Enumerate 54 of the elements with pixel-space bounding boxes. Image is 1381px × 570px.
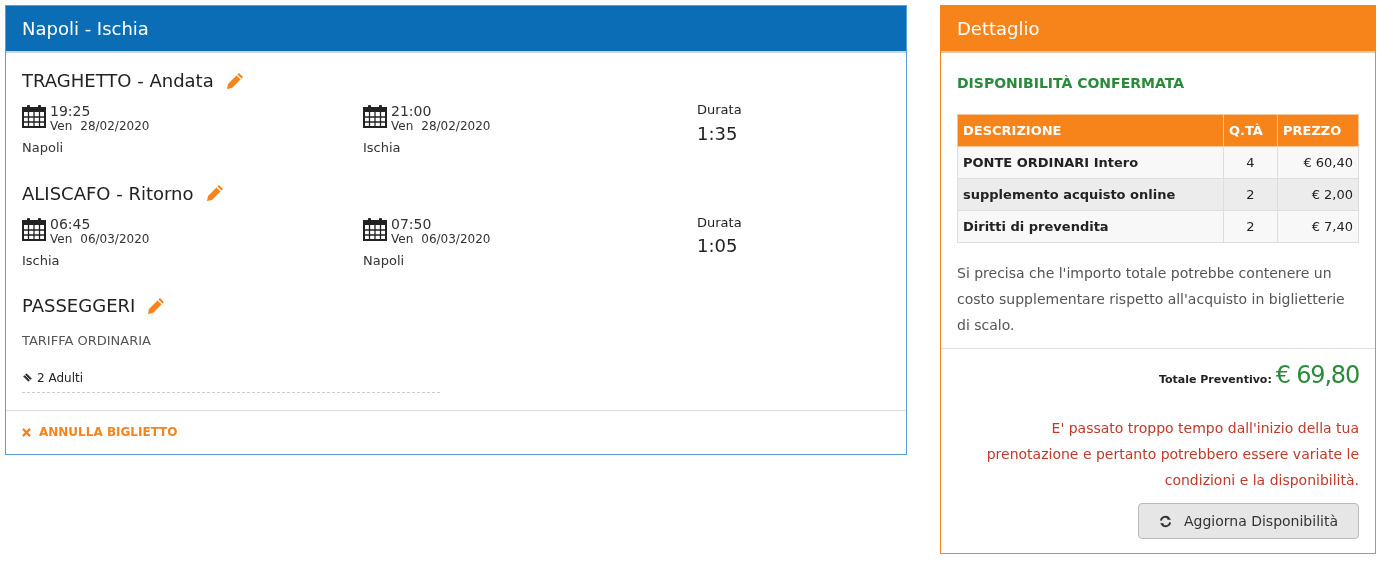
calendar-icon — [22, 104, 46, 128]
panel-title: Napoli - Ischia — [22, 17, 149, 41]
place: Ischia — [22, 251, 61, 270]
calendar-icon — [22, 216, 46, 241]
table-cell: supplemento acquisto online — [957, 178, 1224, 211]
refresh-button[interactable]: Aggiorna Disponibilità — [1137, 503, 1359, 539]
total-label: Totale Preventivo: — [1158, 372, 1272, 388]
date: 06/03/2020 — [80, 232, 150, 245]
table-cell: € 7,40 — [1277, 210, 1359, 243]
weekday: Ven — [391, 120, 414, 132]
duration: 1:35 — [697, 121, 739, 146]
time: 06:45 — [50, 216, 92, 231]
table-cell: Diritti di prevendita — [957, 210, 1224, 243]
duration: 1:05 — [697, 234, 739, 258]
calendar-icon — [363, 104, 387, 128]
date: 28/02/2020 — [80, 120, 150, 132]
time: 07:50 — [391, 216, 433, 231]
place: Napoli — [22, 139, 65, 157]
table-cell: € 60,40 — [1277, 146, 1359, 179]
warning-message: E' passato troppo tempo dall'inizio della tua prenotazione e pertanto potrebbero essere variate le condizioni e la disponibilità. — [985, 419, 1359, 490]
place: Ischia — [363, 139, 402, 157]
section-title: PASSEGGERI — [22, 294, 136, 318]
time: 19:25 — [50, 104, 92, 118]
table-cell: 4 — [1223, 146, 1278, 179]
table-cell: 2 — [1223, 210, 1278, 243]
weekday: Ven — [50, 120, 73, 132]
column-header: Q.TÀ — [1223, 114, 1278, 147]
duration-label: Durata — [697, 101, 743, 119]
table-cell: PONTE ORDINARI Intero — [957, 146, 1224, 179]
panel-title: Dettaglio — [957, 17, 1040, 41]
weekday: Ven — [391, 232, 414, 245]
date: 06/03/2020 — [421, 232, 491, 245]
place: Napoli — [363, 251, 406, 270]
table-cell: € 2,00 — [1277, 178, 1359, 211]
leg-title: TRAGHETTO - Andata — [22, 69, 214, 93]
refresh-icon — [1158, 514, 1172, 528]
duration-label: Durata — [697, 213, 743, 232]
column-header: DESCRIZIONE — [957, 114, 1224, 147]
availability-status: DISPONIBILITÀ CONFERMATA — [957, 74, 1185, 93]
total-price: € 69,80 — [1275, 360, 1359, 391]
date: 28/02/2020 — [421, 120, 491, 132]
column-header: PREZZO — [1277, 114, 1359, 147]
close-icon — [22, 427, 31, 437]
calendar-icon — [363, 216, 387, 241]
fare-name: TARIFFA ORDINARIA — [22, 332, 152, 350]
leg-title: ALISCAFO - Ritorno — [22, 181, 194, 206]
weekday: Ven — [50, 232, 73, 245]
time: 21:00 — [391, 104, 433, 118]
pencil-icon[interactable] — [225, 71, 244, 90]
pencil-icon[interactable] — [147, 296, 166, 315]
pencil-icon[interactable] — [205, 184, 224, 202]
passenger-count: 2 Adulti — [37, 369, 84, 387]
table-cell: 2 — [1223, 178, 1278, 211]
price-note: Si precisa che l'importo totale potrebbe contenere un costo supplementare rispetto all'acquisto in biglietterie di scalo. — [957, 264, 1346, 335]
